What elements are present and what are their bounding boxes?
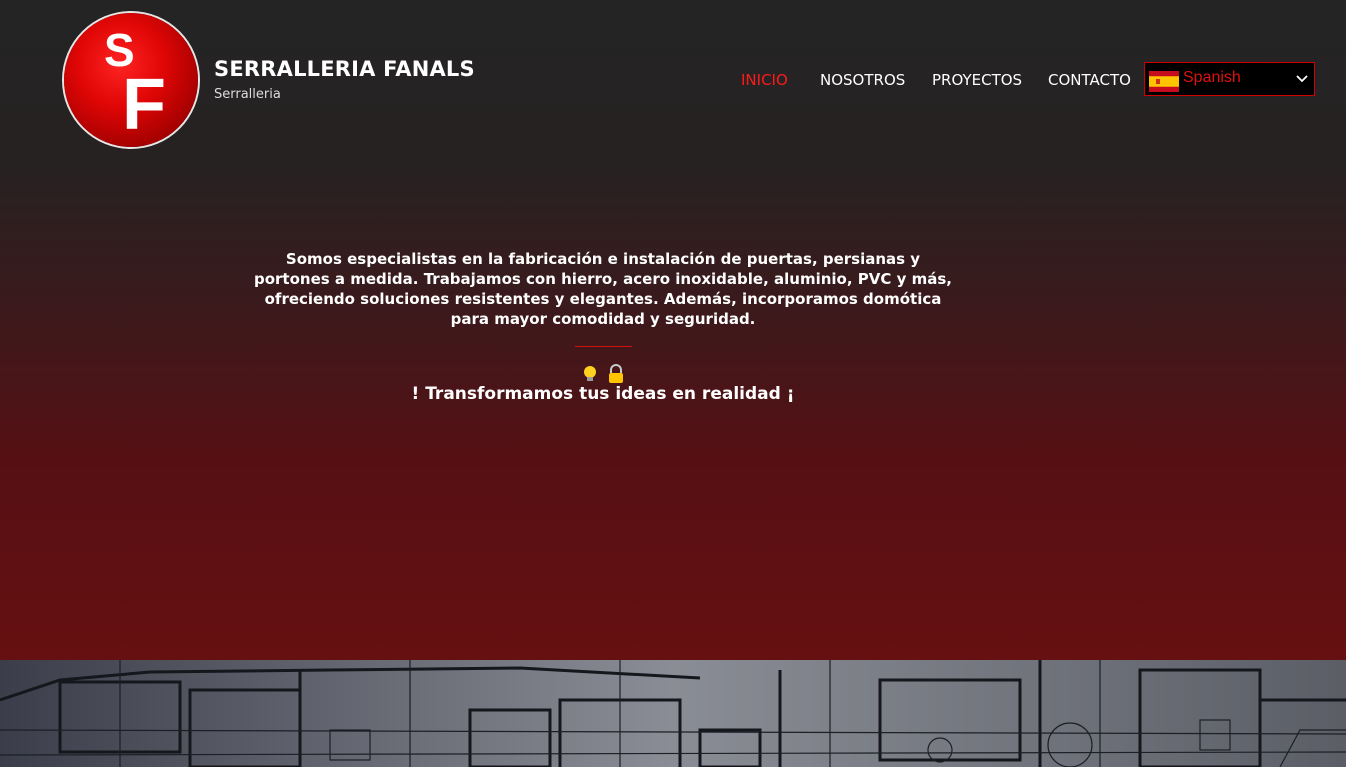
site-title[interactable]: SERRALLERIA FANALS — [214, 57, 475, 81]
hero-divider — [575, 346, 632, 347]
nav-item-contacto[interactable]: CONTACTO — [1048, 71, 1131, 89]
light-bulb-icon — [584, 366, 596, 381]
hero-icons — [584, 364, 623, 383]
hero-description: Somos especialistas en la fabricación e … — [253, 250, 952, 328]
logo[interactable]: S F — [64, 13, 198, 147]
spain-flag-icon — [1149, 71, 1179, 92]
hero-section — [0, 0, 1346, 660]
language-label: Spanish — [1183, 69, 1241, 86]
lock-icon — [609, 364, 623, 383]
language-select[interactable]: Spanish — [1144, 62, 1315, 96]
nav-item-proyectos[interactable]: PROYECTOS — [932, 71, 1022, 89]
logo-letter-f: F — [122, 65, 166, 145]
nav-item-inicio[interactable]: INICIO — [741, 71, 788, 89]
chevron-down-icon — [1296, 75, 1308, 83]
site-tagline: Serralleria — [214, 87, 281, 102]
blueprint-drawing — [0, 660, 1346, 767]
nav-item-nosotros[interactable]: NOSOTROS — [820, 71, 905, 89]
hero-tagline: ! Transformamos tus ideas en realidad ¡ — [411, 384, 795, 404]
blueprint-section — [0, 660, 1346, 767]
